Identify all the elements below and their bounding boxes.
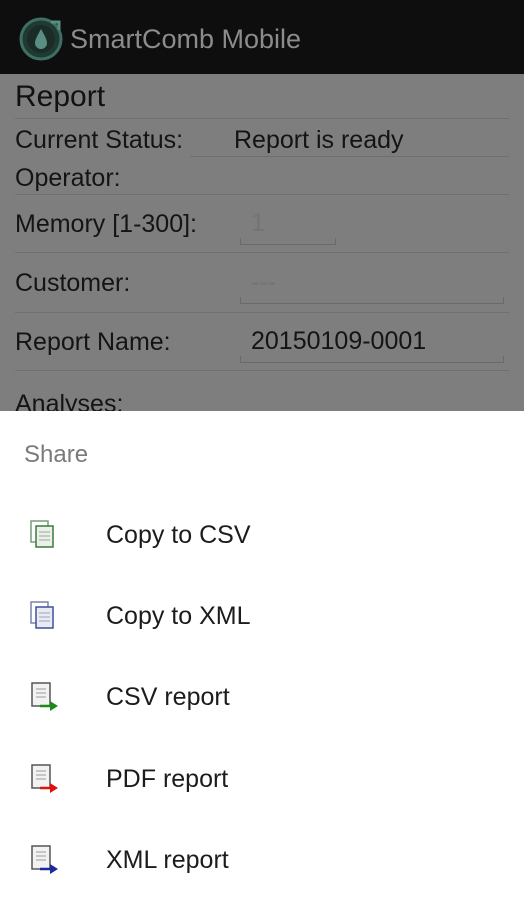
action-bar: SmartComb Mobile: [0, 0, 524, 74]
memory-field[interactable]: 1: [240, 202, 336, 245]
current-status-label: Current Status:: [15, 126, 184, 154]
customer-divider: [15, 312, 509, 313]
app-title: SmartComb Mobile: [70, 24, 302, 54]
share-item-label: XML report: [106, 846, 229, 874]
customer-field[interactable]: ---: [240, 261, 504, 304]
analyses-label: Analyses:: [15, 390, 124, 411]
copy-csv-icon: [30, 520, 54, 548]
operator-label: Operator:: [15, 164, 121, 192]
report-name-divider: [15, 370, 509, 371]
share-item-copy-to-xml[interactable]: Copy to XML: [0, 576, 524, 656]
report-name-field[interactable]: 20150109-0001: [240, 320, 504, 363]
share-item-xml-report[interactable]: XML report: [0, 820, 524, 900]
share-sheet-title: Share: [24, 441, 89, 468]
smartcomb-logo-icon[interactable]: [18, 16, 64, 62]
current-status-value: Report is ready: [234, 126, 404, 154]
heading-divider: [15, 118, 509, 119]
share-sheet: Share Copy to CSV Copy to XML CSV report…: [0, 411, 524, 900]
share-item-label: PDF report: [106, 765, 229, 793]
share-item-csv-report[interactable]: CSV report: [0, 657, 524, 737]
share-item-label: CSV report: [106, 683, 230, 711]
customer-value: ---: [251, 268, 276, 296]
report-heading: Report: [15, 80, 106, 113]
share-item-pdf-report[interactable]: PDF report: [0, 739, 524, 819]
copy-xml-icon: [30, 601, 54, 629]
xml-report-icon: [31, 845, 58, 874]
memory-divider: [15, 252, 509, 253]
csv-report-icon: [31, 682, 58, 711]
memory-label: Memory [1-300]:: [15, 210, 198, 238]
share-item-copy-to-csv[interactable]: Copy to CSV: [0, 495, 524, 575]
report-name-value: 20150109-0001: [251, 327, 427, 355]
share-item-label: Copy to CSV: [106, 521, 251, 549]
operator-divider: [15, 194, 509, 195]
share-item-label: Copy to XML: [106, 602, 251, 630]
report-form: Report Current Status: Report is ready O…: [0, 74, 524, 411]
status-divider: [190, 156, 509, 157]
customer-label: Customer:: [15, 269, 131, 297]
pdf-report-icon: [31, 764, 58, 793]
memory-value: 1: [251, 209, 265, 237]
report-name-label: Report Name:: [15, 328, 171, 356]
